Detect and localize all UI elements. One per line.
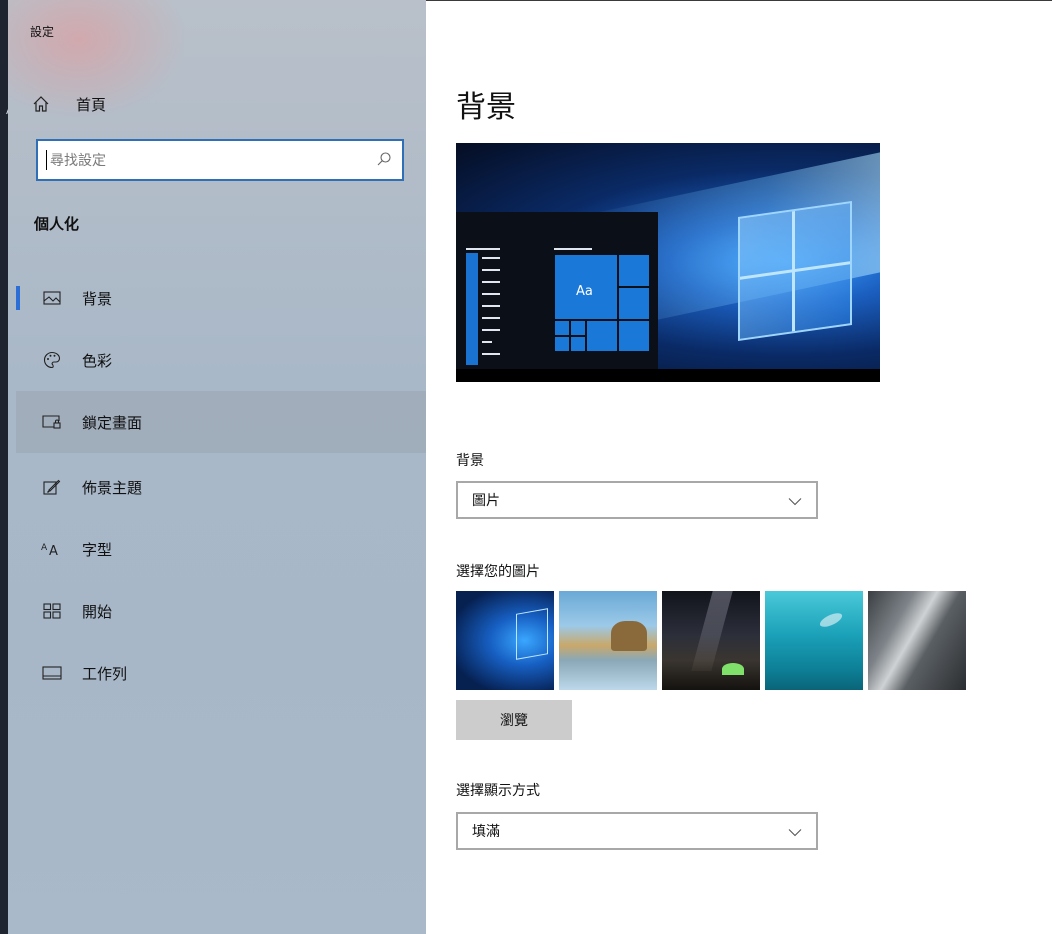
svg-text:A: A bbox=[41, 543, 48, 553]
start-menu-preview: Aa bbox=[456, 212, 658, 369]
taskbar-icon bbox=[40, 661, 64, 685]
search-box[interactable] bbox=[36, 139, 404, 181]
sidebar-item-color[interactable]: 色彩 bbox=[16, 329, 426, 391]
picture-thumbnails bbox=[456, 591, 968, 690]
sidebar-item-label: 字型 bbox=[82, 540, 113, 559]
desktop-preview: Aa bbox=[456, 143, 880, 382]
svg-text:A: A bbox=[49, 544, 58, 557]
background-type-select[interactable]: 圖片 bbox=[456, 481, 818, 519]
sidebar-item-background[interactable]: 背景 bbox=[16, 267, 426, 329]
sidebar-item-label: 鎖定畫面 bbox=[82, 413, 143, 432]
sidebar: 設定 首頁 個人化 背景 色彩 鎖定畫面 佈景主題 bbox=[8, 0, 426, 934]
start-grid-icon bbox=[40, 599, 64, 623]
tile-text: Aa bbox=[576, 284, 593, 299]
window-edge bbox=[0, 0, 8, 934]
fit-label: 選擇顯示方式 bbox=[456, 783, 540, 799]
windows-logo-light bbox=[738, 200, 852, 342]
sidebar-item-home[interactable]: 首頁 bbox=[22, 86, 412, 122]
sidebar-item-fonts[interactable]: AA 字型 bbox=[16, 518, 426, 580]
theme-brush-icon bbox=[40, 475, 64, 499]
background-type-value: 圖片 bbox=[472, 493, 500, 509]
sidebar-item-label: 色彩 bbox=[82, 351, 113, 370]
home-label: 首頁 bbox=[76, 95, 107, 114]
sidebar-item-label: 工作列 bbox=[82, 664, 128, 683]
fit-select[interactable]: 填滿 bbox=[456, 812, 818, 850]
browse-button[interactable]: 瀏覽 bbox=[456, 700, 572, 740]
palette-icon bbox=[40, 348, 64, 372]
thumbnail-night-sky-tent[interactable] bbox=[662, 591, 760, 690]
search-icon[interactable] bbox=[376, 151, 392, 171]
sidebar-item-lock-screen[interactable]: 鎖定畫面 bbox=[16, 391, 426, 453]
home-icon bbox=[32, 95, 62, 113]
sidebar-item-taskbar[interactable]: 工作列 bbox=[16, 642, 426, 704]
chevron-down-icon bbox=[788, 824, 802, 843]
taskbar-preview bbox=[456, 369, 880, 382]
font-icon: AA bbox=[40, 537, 64, 561]
app-title: 設定 bbox=[30, 25, 55, 39]
sidebar-item-label: 背景 bbox=[82, 289, 113, 308]
sidebar-item-label: 開始 bbox=[82, 602, 113, 621]
main-panel: 背景 Aa 背景 圖片 選擇您的圖片 瀏覽 選擇顯示方式 填滿 bbox=[426, 0, 1052, 934]
sidebar-item-themes[interactable]: 佈景主題 bbox=[16, 456, 426, 518]
page-title: 背景 bbox=[456, 90, 516, 125]
search-input[interactable] bbox=[48, 141, 372, 181]
thumbnail-beach-rocks[interactable] bbox=[559, 591, 657, 690]
sidebar-item-start[interactable]: 開始 bbox=[16, 580, 426, 642]
window-top-border bbox=[426, 0, 1052, 1]
lock-screen-icon bbox=[40, 410, 64, 434]
fit-value: 填滿 bbox=[472, 824, 500, 840]
start-tiles: Aa bbox=[554, 254, 650, 367]
thumbnail-rock-face[interactable] bbox=[868, 591, 966, 690]
text-caret bbox=[46, 150, 47, 170]
picture-icon bbox=[40, 286, 64, 310]
section-header: 個人化 bbox=[34, 215, 80, 233]
background-label: 背景 bbox=[456, 453, 484, 469]
choose-picture-label: 選擇您的圖片 bbox=[456, 564, 540, 580]
thumbnail-underwater[interactable] bbox=[765, 591, 863, 690]
chevron-down-icon bbox=[788, 493, 802, 512]
thumbnail-windows-light[interactable] bbox=[456, 591, 554, 690]
sidebar-item-label: 佈景主題 bbox=[82, 478, 143, 497]
